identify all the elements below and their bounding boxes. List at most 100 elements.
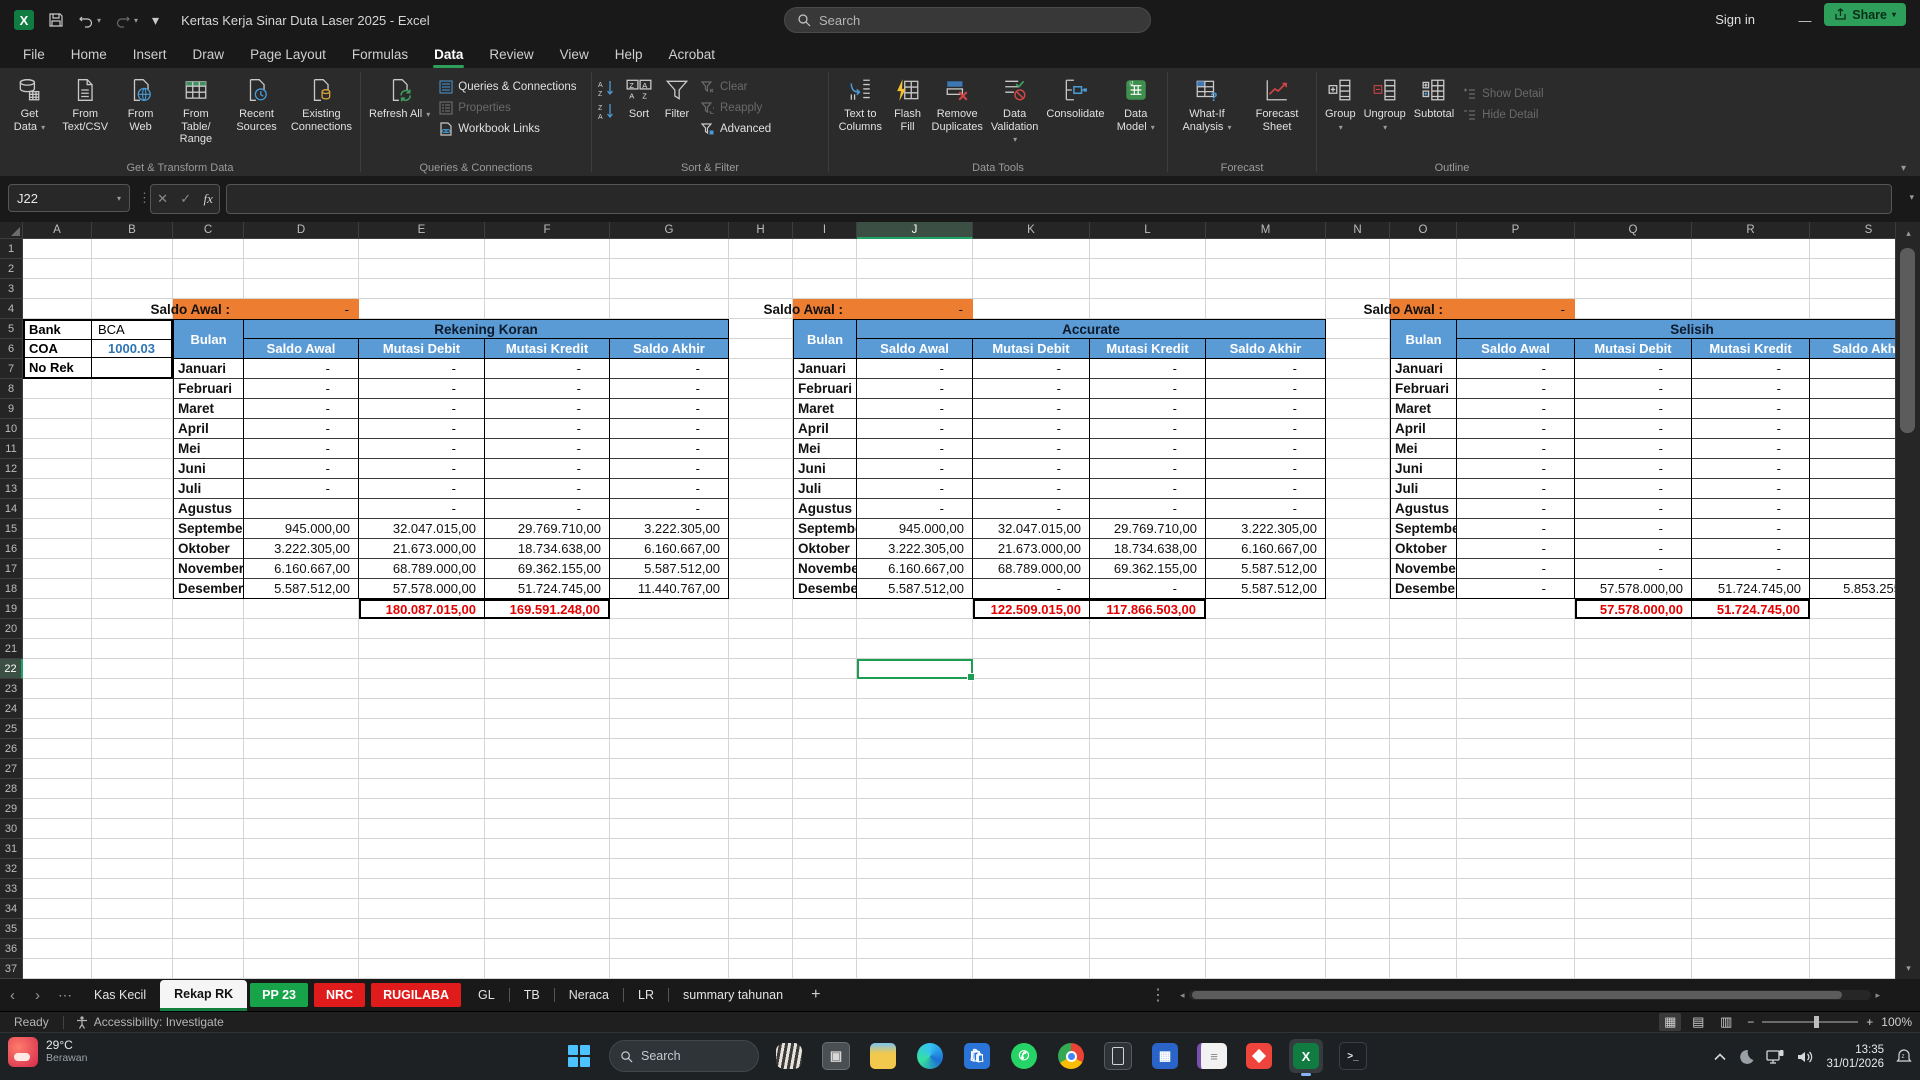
sort-za-button[interactable]: ZA xyxy=(596,101,618,121)
active-cell-J22[interactable] xyxy=(857,659,973,679)
share-button[interactable]: Share▾ xyxy=(1824,3,1906,26)
focus-assist-icon[interactable] xyxy=(1738,1049,1754,1065)
sheet-tab-rugilaba[interactable]: RUGILABA xyxy=(371,983,461,1007)
value-cell[interactable]: - xyxy=(1692,499,1810,519)
value-cell[interactable]: - xyxy=(1692,559,1810,579)
prev-sheet-icon[interactable]: ‹ xyxy=(0,979,25,1011)
value-cell[interactable]: 945.000,00 xyxy=(244,519,359,539)
tab-insert[interactable]: Insert xyxy=(120,40,180,68)
value-cell[interactable]: - xyxy=(857,479,973,499)
sheet-tab-lr[interactable]: LR xyxy=(624,979,668,1011)
value-cell[interactable]: 5.587.512,00 xyxy=(244,579,359,599)
value-cell[interactable]: 51.724.745,00 xyxy=(485,579,610,599)
row-header-24[interactable]: 24 xyxy=(0,699,23,719)
value-cell[interactable]: - xyxy=(1810,399,1895,419)
sheet-tab-summary-tahunan[interactable]: summary tahunan xyxy=(669,979,797,1011)
value-cell[interactable]: - xyxy=(1457,419,1575,439)
column-header-S[interactable]: S xyxy=(1810,222,1895,239)
month-cell[interactable]: Juli xyxy=(1390,479,1457,499)
value-cell[interactable]: - xyxy=(1575,399,1692,419)
value-cell[interactable]: - xyxy=(610,439,729,459)
row-header-20[interactable]: 20 xyxy=(0,619,23,639)
column-header-B[interactable]: B xyxy=(92,222,173,239)
sheet-tab-neraca[interactable]: Neraca xyxy=(555,979,623,1011)
phone-link-icon[interactable] xyxy=(1101,1039,1135,1073)
row-header-11[interactable]: 11 xyxy=(0,439,23,459)
network-icon[interactable] xyxy=(1766,1049,1784,1065)
value-cell[interactable]: - xyxy=(610,379,729,399)
next-sheet-icon[interactable]: › xyxy=(25,979,50,1011)
column-header-I[interactable]: I xyxy=(793,222,857,239)
month-cell[interactable]: Agustus xyxy=(173,499,244,519)
value-cell[interactable]: - xyxy=(973,439,1090,459)
row-header-9[interactable]: 9 xyxy=(0,399,23,419)
excel-taskbar-icon[interactable]: X xyxy=(1289,1039,1323,1073)
consolidate-button[interactable]: Consolidate xyxy=(1042,72,1108,124)
office-app-icon[interactable]: ▦ xyxy=(1148,1039,1182,1073)
value-cell[interactable]: - xyxy=(1575,439,1692,459)
value-cell[interactable]: - xyxy=(1457,399,1575,419)
scroll-down-icon[interactable]: ▾ xyxy=(1896,959,1920,977)
cancel-formula-icon[interactable]: ✕ xyxy=(157,191,168,207)
value-cell[interactable]: - xyxy=(1206,479,1326,499)
value-cell[interactable]: - xyxy=(973,419,1090,439)
value-cell[interactable]: - xyxy=(1692,519,1810,539)
value-cell[interactable]: 5.853.255,00 xyxy=(1810,579,1895,599)
row-header-8[interactable]: 8 xyxy=(0,379,23,399)
row-header-6[interactable]: 6 xyxy=(0,339,23,359)
value-cell[interactable]: - xyxy=(1810,519,1895,539)
tab-draw[interactable]: Draw xyxy=(180,40,238,68)
value-cell[interactable]: - xyxy=(1575,459,1692,479)
row-header-21[interactable]: 21 xyxy=(0,639,23,659)
column-header-F[interactable]: F xyxy=(485,222,610,239)
filter-button[interactable]: Filter xyxy=(658,72,696,124)
value-cell[interactable]: - xyxy=(857,399,973,419)
value-cell[interactable]: 68.789.000,00 xyxy=(973,559,1090,579)
weather-widget[interactable]: 29°C Berawan xyxy=(8,1037,87,1067)
row-header-27[interactable]: 27 xyxy=(0,759,23,779)
month-cell[interactable]: November xyxy=(173,559,244,579)
column-header-H[interactable]: H xyxy=(729,222,793,239)
column-header-M[interactable]: M xyxy=(1206,222,1326,239)
value-cell[interactable]: 69.362.155,00 xyxy=(485,559,610,579)
month-cell[interactable]: Januari xyxy=(1390,359,1457,379)
value-cell[interactable]: - xyxy=(1090,359,1206,379)
row-header-7[interactable]: 7 xyxy=(0,359,23,379)
value-cell[interactable]: 21.673.000,00 xyxy=(973,539,1090,559)
column-header-D[interactable]: D xyxy=(244,222,359,239)
row-header-17[interactable]: 17 xyxy=(0,559,23,579)
value-cell[interactable]: - xyxy=(857,499,973,519)
get-data-button[interactable]: Get Data ▾ xyxy=(4,72,55,137)
tab-home[interactable]: Home xyxy=(58,40,120,68)
month-cell[interactable]: Agustus xyxy=(793,499,857,519)
column-header-A[interactable]: A xyxy=(23,222,92,239)
row-header-13[interactable]: 13 xyxy=(0,479,23,499)
scroll-right-icon[interactable]: ▸ xyxy=(1875,990,1880,1001)
data-model-button[interactable]: iJData Model ▾ xyxy=(1108,72,1163,137)
value-cell[interactable]: - xyxy=(1810,539,1895,559)
save-icon[interactable] xyxy=(48,12,64,28)
value-cell[interactable]: - xyxy=(485,379,610,399)
select-all-corner[interactable] xyxy=(0,222,23,239)
value-cell[interactable]: - xyxy=(1575,359,1692,379)
row-header-15[interactable]: 15 xyxy=(0,519,23,539)
month-cell[interactable]: Mei xyxy=(793,439,857,459)
value-cell[interactable]: - xyxy=(1810,359,1895,379)
value-cell[interactable]: - xyxy=(973,359,1090,379)
value-cell[interactable]: - xyxy=(485,479,610,499)
column-header-P[interactable]: P xyxy=(1457,222,1575,239)
workbook-links-button[interactable]: Workbook Links xyxy=(434,119,580,138)
collapse-ribbon-icon[interactable]: ▾ xyxy=(1901,163,1906,174)
column-header-L[interactable]: L xyxy=(1090,222,1206,239)
month-cell[interactable]: Mei xyxy=(1390,439,1457,459)
tab-options-icon[interactable]: ⋮ xyxy=(1150,979,1166,1011)
value-cell[interactable]: - xyxy=(1206,439,1326,459)
value-cell[interactable]: - xyxy=(1575,479,1692,499)
tab-help[interactable]: Help xyxy=(602,40,656,68)
normal-view-icon[interactable]: ▦ xyxy=(1659,1013,1681,1031)
value-cell[interactable]: - xyxy=(1810,559,1895,579)
value-cell[interactable]: - xyxy=(1575,539,1692,559)
row-header-3[interactable]: 3 xyxy=(0,279,23,299)
info-value[interactable]: BCA xyxy=(92,321,171,339)
text-to-columns-button[interactable]: Text to Columns xyxy=(833,72,888,136)
